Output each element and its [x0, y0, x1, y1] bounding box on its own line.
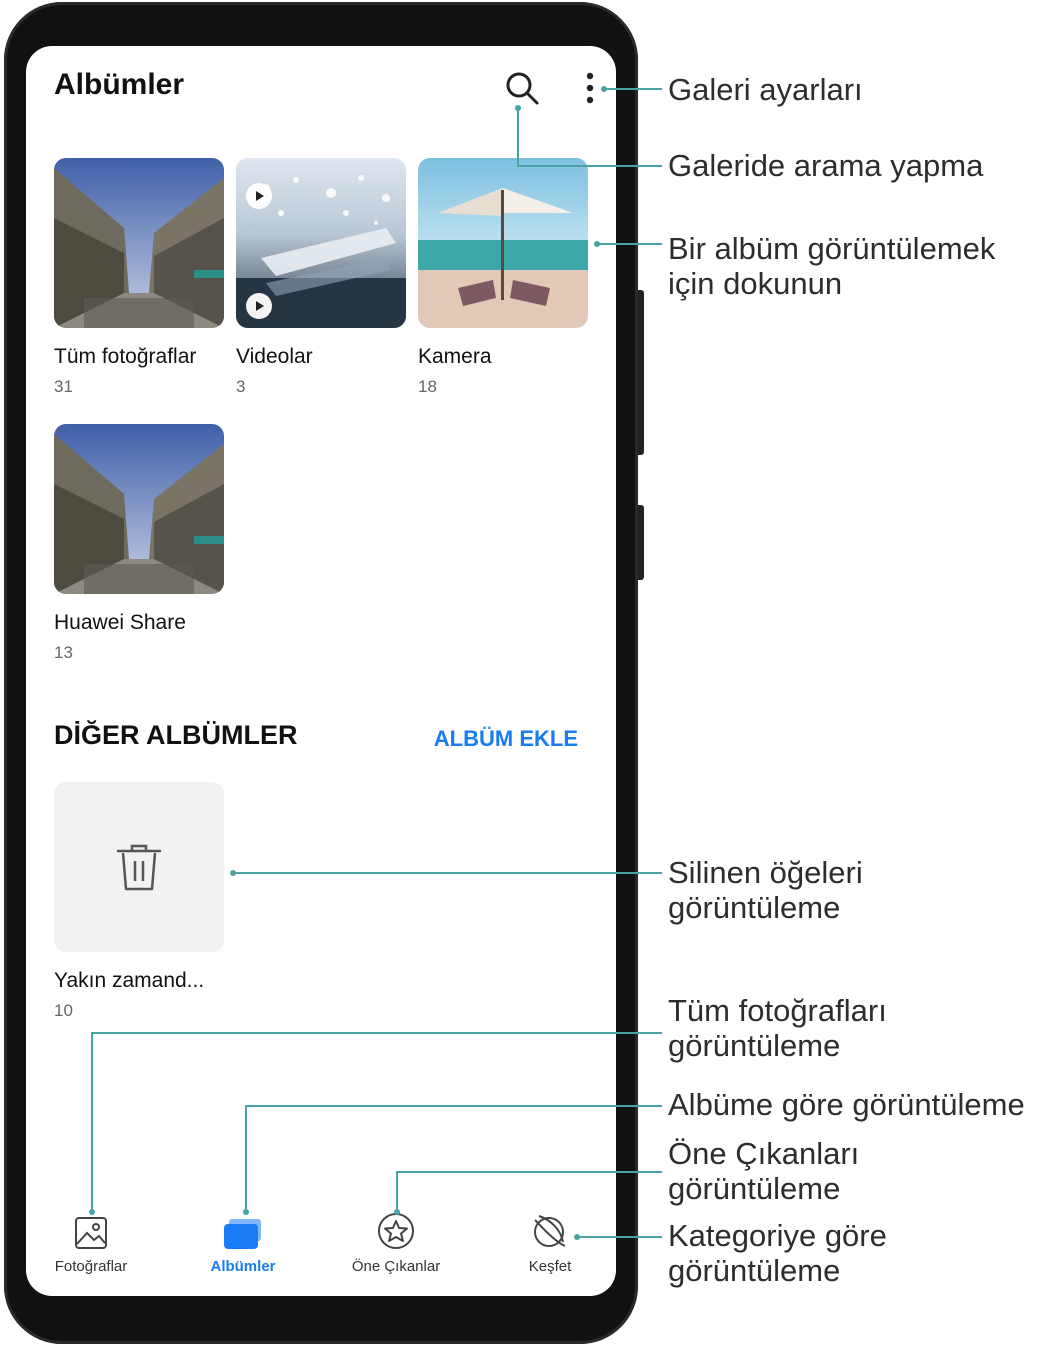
album-camera[interactable]: Kamera 18: [418, 158, 588, 397]
gallery-screen: Albümler Tüm fotoğraflar 31 Videolar 3 K…: [26, 46, 616, 1296]
album-name: Tüm fotoğraflar: [54, 345, 197, 368]
callout-deleted: Silinen öğeleri görüntüleme: [668, 855, 863, 925]
album-thumbnail: [54, 158, 224, 328]
album-videos[interactable]: Videolar 3: [236, 158, 406, 397]
star-icon: [378, 1213, 414, 1249]
album-count: 10: [54, 1001, 73, 1020]
album-thumbnail: [418, 158, 588, 328]
trash-icon: [116, 844, 162, 891]
albums-icon: [224, 1219, 261, 1249]
callout-view-album: Bir albüm görüntülemek için dokunun: [668, 231, 995, 301]
album-name: Yakın zamand...: [54, 969, 205, 992]
nav-label: Albümler: [210, 1258, 276, 1275]
callout-line-1: Kategoriye göre: [668, 1218, 887, 1253]
bottom-navigation: Fotoğraflar Albümler Öne Çıkanlar Keşfet: [26, 1200, 616, 1296]
callout-line-1: Tüm fotoğrafları: [668, 993, 887, 1028]
album-count: 3: [236, 377, 246, 396]
callout-line-1: Bir albüm görüntülemek: [668, 231, 996, 266]
album-name: Kamera: [418, 345, 492, 368]
callout-line-2: için dokunun: [668, 266, 843, 301]
album-count: 31: [54, 377, 73, 396]
callout-line-2: görüntüleme: [668, 1171, 841, 1206]
album-thumbnail: [54, 782, 224, 952]
page-title: Albümler: [54, 68, 185, 101]
nav-label: Öne Çıkanlar: [351, 1258, 441, 1275]
album-huawei-share[interactable]: Huawei Share 13: [54, 424, 224, 663]
nav-photos[interactable]: Fotoğraflar: [26, 1200, 161, 1275]
callout-line-2: görüntüleme: [668, 1028, 841, 1063]
callout-highlights: Öne Çıkanları görüntüleme: [668, 1136, 859, 1206]
callout-by-album: Albüme göre görüntüleme: [668, 1087, 1025, 1122]
album-name: Videolar: [236, 345, 313, 368]
album-recently-deleted[interactable]: Yakın zamand... 10: [54, 782, 224, 1021]
callout-search: Galeride arama yapma: [668, 148, 984, 183]
search-icon[interactable]: [500, 66, 544, 110]
album-count: 18: [418, 377, 437, 396]
play-icon: [246, 183, 272, 209]
callout-line-1: Öne Çıkanları: [668, 1136, 860, 1171]
nav-albums[interactable]: Albümler: [173, 1200, 313, 1275]
discover-icon: [534, 1215, 566, 1247]
callout-line-2: görüntüleme: [668, 890, 841, 925]
album-thumbnail: [236, 158, 406, 328]
nav-highlights[interactable]: Öne Çıkanlar: [326, 1200, 466, 1275]
volume-button: [638, 290, 644, 455]
photo-icon: [75, 1217, 107, 1249]
callout-gallery-settings: Galeri ayarları: [668, 72, 863, 107]
more-vertical-icon[interactable]: [576, 66, 604, 110]
nav-discover[interactable]: Keşfet: [480, 1200, 616, 1275]
callout-line-2: görüntüleme: [668, 1253, 841, 1288]
callout-category: Kategoriye göre görüntüleme: [668, 1218, 887, 1288]
album-thumbnail: [54, 424, 224, 594]
play-icon: [246, 293, 272, 319]
nav-label: Keşfet: [528, 1258, 572, 1275]
nav-label: Fotoğraflar: [54, 1258, 128, 1275]
callout-all-photos: Tüm fotoğrafları görüntüleme: [668, 993, 887, 1063]
other-albums-title: DİĞER ALBÜMLER: [54, 720, 298, 750]
album-count: 13: [54, 643, 73, 662]
album-name: Huawei Share: [54, 611, 186, 634]
power-button: [638, 505, 644, 580]
callout-line-1: Silinen öğeleri: [668, 855, 863, 890]
add-album-button[interactable]: ALBÜM EKLE: [434, 726, 578, 752]
album-all-photos[interactable]: Tüm fotoğraflar 31: [54, 158, 224, 397]
